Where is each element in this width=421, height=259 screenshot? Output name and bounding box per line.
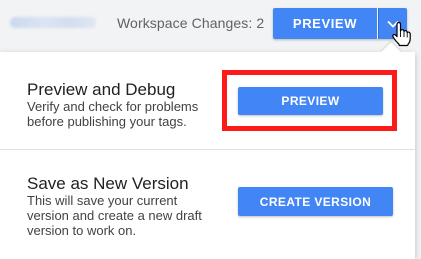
new-version-description: This will save your current version and … [27, 193, 202, 238]
preview-button[interactable]: PREVIEW [273, 8, 377, 39]
hand-cursor-icon [392, 21, 411, 47]
new-version-title: Save as New Version [27, 174, 189, 193]
top-bar: Workspace Changes: 2 PREVIEW [0, 0, 421, 48]
preview-debug-title: Preview and Debug [27, 80, 176, 99]
workspace-name[interactable] [10, 17, 96, 28]
create-version-button[interactable]: CREATE VERSION [238, 187, 393, 216]
highlight-box [222, 70, 397, 131]
preview-debug-description: Verify and check for problems before pub… [27, 99, 199, 129]
workspace-changes-label[interactable]: Workspace Changes: 2 [117, 15, 264, 31]
preview-split-button: PREVIEW [273, 8, 407, 39]
